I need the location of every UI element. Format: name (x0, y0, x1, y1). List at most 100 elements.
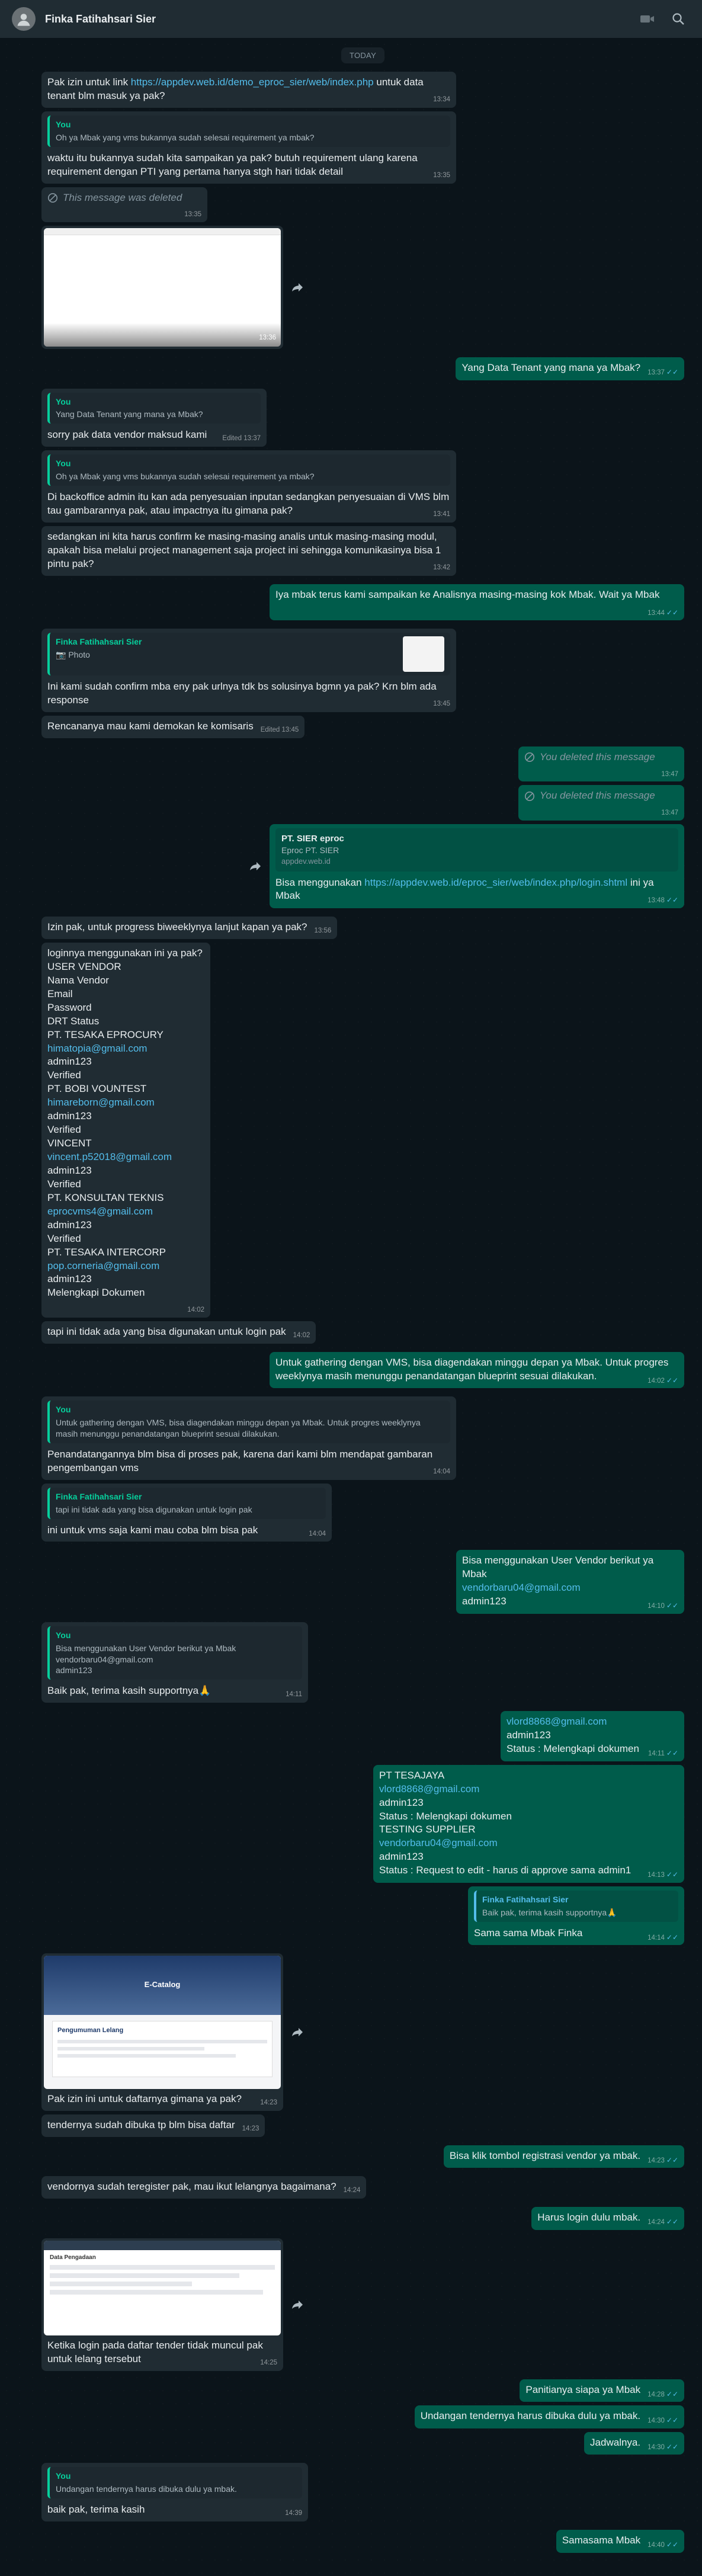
forward-icon[interactable] (287, 2294, 308, 2315)
message-outgoing[interactable]: Bisa menggunakan User Vendor berikut ya … (456, 1550, 684, 1614)
message-outgoing-deleted[interactable]: You deleted this message 13:47 (518, 746, 684, 782)
message-link[interactable]: vlord8868@gmail.com (507, 1715, 678, 1729)
quoted-message[interactable]: You Undangan tendernya harus dibuka dulu… (47, 2467, 302, 2499)
message-time: 14:30 ✓✓ (647, 2416, 678, 2425)
message-incoming[interactable]: tendernya sudah dibuka tp blm bisa dafta… (41, 2114, 265, 2137)
message-time: 14:11 ✓✓ (647, 1749, 678, 1758)
message-incoming[interactable]: You Oh ya Mbak yang vms bukannya sudah s… (41, 450, 456, 523)
quoted-message[interactable]: Finka Fatihahsari Sier tapi ini tidak ad… (47, 1487, 326, 1519)
message-text: Bisa klik tombol registrasi vendor ya mb… (449, 2149, 641, 2161)
message-link[interactable]: https://appdev.web.id/eproc_sier/web/ind… (364, 877, 627, 888)
message-incoming[interactable]: Finka Fatihahsari Sier tapi ini tidak ad… (41, 1483, 332, 1542)
message-incoming[interactable]: sedangkan ini kita harus confirm ke masi… (41, 526, 456, 576)
message-time: 13:45 (433, 700, 450, 708)
forward-icon[interactable] (287, 2021, 308, 2043)
message-time: 14:02 (187, 1306, 204, 1314)
message-incoming[interactable]: loginnya menggunakan ini ya pak? USER VEN… (41, 942, 210, 1318)
message-incoming-deleted[interactable]: This message was deleted 13:35 (41, 187, 207, 222)
message-outgoing-deleted[interactable]: You deleted this message 13:47 (518, 785, 684, 821)
video-call-icon[interactable] (636, 7, 659, 31)
message-incoming[interactable]: You Yang Data Tenant yang mana ya Mbak? … (41, 388, 267, 447)
message-outgoing[interactable]: Samasama Mbak 14:40 ✓✓ (556, 2530, 684, 2553)
link-preview[interactable]: PT. SIER eproc Eproc PT. SIER appdev.web… (275, 828, 678, 872)
message-outgoing[interactable]: Harus login dulu mbak. 14:24 ✓✓ (531, 2207, 684, 2230)
quoted-message[interactable]: You Oh ya Mbak yang vms bukannya sudah s… (47, 115, 450, 147)
quote-text: Oh ya Mbak yang vms bukannya sudah seles… (56, 472, 315, 482)
quoted-message[interactable]: You Bisa menggunakan User Vendor berikut… (47, 1626, 302, 1680)
message-incoming[interactable]: Izin pak, untuk progress biweeklynya lan… (41, 917, 338, 939)
message-outgoing[interactable]: PT TESAJAYA vlord8868@gmail.com admin123… (373, 1764, 684, 1883)
message-link[interactable]: https://appdev.web.id/demo_eproc_sier/we… (131, 76, 374, 88)
message-time: 14:24 (343, 2187, 361, 2194)
message-link[interactable]: vlord8868@gmail.com (379, 1783, 678, 1796)
message-outgoing[interactable]: Untuk gathering dengan VMS, bisa diagend… (270, 1351, 684, 1389)
message-outgoing[interactable]: Undangan tendernya harus dibuka dulu ya … (414, 2405, 684, 2428)
message-text: sedangkan ini kita harus confirm ke masi… (47, 530, 441, 569)
message-time: 14:39 (285, 2510, 302, 2517)
message-incoming[interactable]: You Bisa menggunakan User Vendor berikut… (41, 1622, 308, 1703)
image-thumbnail[interactable]: E-Catalog Pengumuman Lelang (44, 1956, 281, 2090)
quote-author: You (56, 1630, 71, 1640)
message-outgoing[interactable]: Iya mbak terus kami sampaikan ke Analisn… (270, 584, 684, 621)
quote-author: Finka Fatihahsari Sier (56, 1491, 142, 1501)
message-outgoing[interactable]: Yang Data Tenant yang mana ya Mbak? 13:3… (456, 357, 684, 380)
message-time: 13:36 (259, 334, 276, 342)
quoted-message[interactable]: You Yang Data Tenant yang mana ya Mbak? (47, 392, 261, 424)
quote-text: vendorbaru04@gmail.com (56, 1654, 153, 1664)
message-outgoing[interactable]: vlord8868@gmail.com admin123 Status : Me… (501, 1711, 684, 1761)
quote-author: You (56, 1405, 71, 1415)
message-text: Status : Melengkapi dokumen (507, 1743, 639, 1755)
message-link[interactable]: vendorbaru04@gmail.com (379, 1837, 678, 1850)
message-link[interactable]: vincent.p52018@gmail.com (47, 1151, 204, 1164)
message-incoming-image[interactable]: E-Catalog Pengumuman Lelang Pak izin ini… (41, 1953, 283, 2112)
image-thumbnail[interactable]: 13:36 (44, 228, 281, 347)
message-incoming[interactable]: Pak izin untuk link https://appdev.web.i… (41, 72, 456, 108)
message-text: USER VENDOR (47, 960, 121, 972)
read-receipt-icon: ✓✓ (666, 2416, 678, 2425)
message-incoming[interactable]: tapi ini tidak ada yang bisa digunakan u… (41, 1321, 316, 1344)
avatar[interactable] (12, 7, 36, 31)
read-receipt-icon: ✓✓ (666, 2540, 678, 2549)
message-link[interactable]: pop.corneria@gmail.com (47, 1260, 204, 1273)
message-link[interactable]: vendorbaru04@gmail.com (462, 1581, 678, 1595)
message-outgoing[interactable]: Jadwalnya. 14:30 ✓✓ (584, 2431, 684, 2455)
search-icon[interactable] (666, 7, 690, 31)
message-link[interactable]: himareborn@gmail.com (47, 1096, 204, 1110)
message-incoming[interactable]: You Undangan tendernya harus dibuka dulu… (41, 2463, 308, 2522)
message-text: Bisa menggunakan User Vendor berikut ya … (462, 1555, 654, 1580)
quoted-message[interactable]: You Oh ya Mbak yang vms bukannya sudah s… (47, 454, 450, 486)
message-outgoing[interactable]: PT. SIER eproc Eproc PT. SIER appdev.web… (270, 824, 684, 908)
message-link[interactable]: eprocvms4@gmail.com (47, 1205, 204, 1219)
message-text: Jadwalnya. (590, 2436, 641, 2448)
person-icon (17, 14, 30, 26)
quoted-message[interactable]: Finka Fatihahsari Sier 📷 Photo (47, 633, 450, 676)
message-outgoing[interactable]: Bisa klik tombol registrasi vendor ya mb… (443, 2145, 684, 2168)
message-text: Penandatangannya blm bisa di proses pak,… (47, 1448, 433, 1473)
message-time: 13:37 ✓✓ (647, 367, 678, 376)
message-incoming[interactable]: vendornya sudah teregister pak, mau ikut… (41, 2176, 367, 2199)
message-outgoing[interactable]: Finka Fatihahsari Sier Baik pak, terima … (468, 1886, 684, 1946)
credential-list: loginnya menggunakan ini ya pak? USER VEN… (47, 947, 204, 1300)
forward-icon[interactable] (287, 277, 308, 298)
message-incoming-image[interactable]: 13:36 (41, 225, 283, 349)
message-text: Verified (47, 1069, 81, 1081)
forward-icon[interactable] (245, 856, 266, 877)
message-time: 13:35 (184, 211, 201, 219)
chat-title[interactable]: Finka Fatihahsari Sier (45, 13, 629, 25)
message-text: Status : Request to edit - harus di appr… (379, 1864, 632, 1876)
message-time: 14:28 ✓✓ (647, 2389, 678, 2398)
quoted-message[interactable]: You Untuk gathering dengan VMS, bisa dia… (47, 1401, 450, 1443)
message-incoming-image[interactable]: Data Pengadaan Ketika login pada daftar … (41, 2238, 283, 2371)
message-text: admin123 (379, 1851, 424, 1863)
message-incoming[interactable]: You Untuk gathering dengan VMS, bisa dia… (41, 1396, 456, 1480)
message-text: admin123 (462, 1595, 507, 1607)
message-incoming[interactable]: You Oh ya Mbak yang vms bukannya sudah s… (41, 111, 456, 184)
message-outgoing[interactable]: Panitianya siapa ya Mbak 14:28 ✓✓ (520, 2379, 684, 2402)
message-link[interactable]: himatopia@gmail.com (47, 1042, 204, 1056)
quote-text: Bisa menggunakan User Vendor berikut ya … (56, 1643, 236, 1653)
quoted-message[interactable]: Finka Fatihahsari Sier Baik pak, terima … (474, 1890, 678, 1922)
read-receipt-icon: ✓✓ (666, 1601, 678, 1610)
image-thumbnail[interactable]: Data Pengadaan (44, 2240, 281, 2335)
message-incoming[interactable]: Rencananya mau kami demokan ke komisaris… (41, 716, 305, 738)
message-incoming[interactable]: Finka Fatihahsari Sier 📷 Photo Ini kami … (41, 629, 456, 713)
